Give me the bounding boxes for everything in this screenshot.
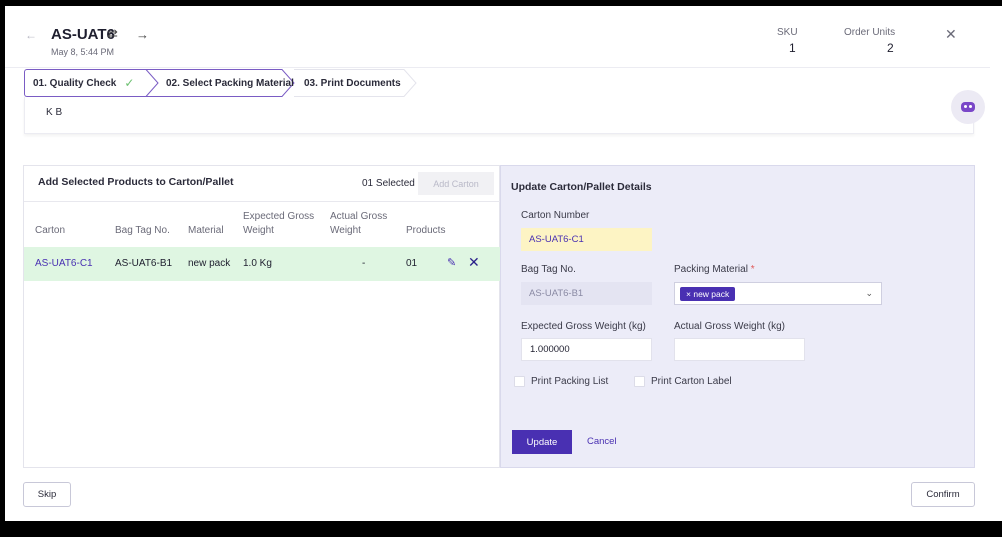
- bag-tag-field: AS-UAT6-B1: [521, 282, 652, 305]
- carton-cell[interactable]: AS-UAT6-C1: [35, 258, 93, 269]
- order-date: May 8, 5:44 PM: [51, 47, 115, 57]
- step-1-arrow: [145, 69, 159, 97]
- expected-weight-input[interactable]: 1.000000: [521, 338, 652, 361]
- expected-weight-label: Expected Gross Weight (kg): [521, 321, 646, 332]
- delete-icon[interactable]: ✕: [468, 254, 480, 271]
- cancel-button[interactable]: Cancel: [587, 436, 617, 447]
- carton-number-field: AS-UAT6-C1: [521, 228, 652, 251]
- step-select-packing-material[interactable]: 02. Select Packing Material: [166, 69, 294, 97]
- close-icon[interactable]: ✕: [945, 26, 957, 43]
- print-packing-list-label[interactable]: Print Packing List: [531, 376, 608, 387]
- print-carton-label-label[interactable]: Print Carton Label: [651, 376, 732, 387]
- column-header-expected-weight: Expected Gross Weight: [243, 210, 314, 238]
- header-text: Material: [188, 225, 224, 236]
- column-header-carton: Carton: [35, 224, 65, 238]
- arrow-right-icon[interactable]: →: [136, 27, 149, 42]
- bot-eye: [964, 105, 967, 108]
- selected-chip: × new pack: [680, 286, 736, 301]
- header-text: Bag Tag No.: [115, 225, 170, 236]
- page-edge: [990, 6, 1002, 521]
- confirm-button[interactable]: Confirm: [911, 482, 975, 507]
- print-packing-list-checkbox[interactable]: [514, 376, 525, 387]
- field-value: AS-UAT6-B1: [529, 288, 584, 299]
- expected-weight-cell: 1.0 Kg: [243, 258, 272, 269]
- packing-material-select[interactable]: × new pack ⌄: [674, 282, 882, 305]
- actual-weight-input[interactable]: [674, 338, 805, 361]
- panel-title: Add Selected Products to Carton/Pallet: [38, 176, 234, 188]
- swap-icon[interactable]: ⇄: [107, 26, 118, 42]
- chevron-down-icon[interactable]: ⌄: [865, 288, 873, 299]
- label-text: Packing Material: [674, 264, 748, 275]
- order-units-label: Order Units: [844, 27, 896, 38]
- stepper: 01. Quality Check ✓ 02. Select Packing M…: [24, 69, 524, 97]
- edit-icon[interactable]: ✎: [447, 256, 456, 269]
- products-cell: 01: [406, 258, 418, 269]
- order-title: AS-UAT6: [51, 26, 115, 43]
- required-mark: *: [750, 264, 755, 275]
- order-packing-dialog: ← AS-UAT6 ⇄ → May 8, 5:44 PM SKU 1 Order…: [5, 6, 990, 521]
- dialog-header: ← AS-UAT6 ⇄ → May 8, 5:44 PM SKU 1 Order…: [5, 6, 990, 68]
- actual-weight-label: Actual Gross Weight (kg): [674, 321, 785, 332]
- bag-tag-cell: AS-UAT6-B1: [115, 258, 173, 269]
- chip-label: new pack: [693, 288, 730, 299]
- add-carton-button[interactable]: Add Carton: [418, 172, 494, 195]
- carton-products-panel: Add Selected Products to Carton/Pallet 0…: [23, 165, 501, 468]
- header-text: Weight: [243, 225, 274, 236]
- update-button[interactable]: Update: [512, 430, 572, 454]
- header-text: Actual Gross: [330, 211, 388, 222]
- bag-tag-label: Bag Tag No.: [521, 264, 576, 275]
- column-header-products: Products: [406, 224, 445, 238]
- header-text: Expected Gross: [243, 211, 315, 222]
- selected-count: 01 Selected: [362, 178, 415, 189]
- assistant-bot-icon[interactable]: [951, 90, 985, 124]
- step-quality-check[interactable]: 01. Quality Check ✓: [24, 69, 146, 97]
- actual-weight-cell: -: [362, 258, 366, 269]
- header-text: Weight: [330, 225, 361, 236]
- material-cell: new pack: [188, 258, 231, 269]
- panel-title: Update Carton/Pallet Details: [511, 181, 652, 193]
- column-header-material: Material: [188, 224, 224, 238]
- column-header-bag-tag: Bag Tag No.: [115, 224, 170, 238]
- check-icon: ✓: [124, 76, 135, 90]
- field-value: AS-UAT6-C1: [529, 234, 584, 245]
- note-text: K B: [46, 107, 63, 118]
- table-row[interactable]: AS-UAT6-C1 AS-UAT6-B1 new pack 1.0 Kg - …: [24, 247, 500, 281]
- field-value: 1.000000: [530, 344, 570, 355]
- step-label: 01. Quality Check: [33, 77, 117, 89]
- step-print-documents[interactable]: 03. Print Documents: [304, 69, 401, 97]
- print-carton-label-checkbox[interactable]: [634, 376, 645, 387]
- bot-eye: [969, 105, 972, 108]
- chip-remove-icon[interactable]: ×: [686, 289, 691, 299]
- bot-head: [961, 102, 975, 112]
- note-card: K B: [24, 97, 974, 134]
- sku-value: 1: [789, 41, 796, 55]
- carton-details-panel: Update Carton/Pallet Details Carton Numb…: [500, 165, 975, 468]
- packing-material-label: Packing Material *: [674, 264, 755, 275]
- sku-label: SKU: [777, 27, 798, 38]
- header-text: Carton: [35, 225, 66, 236]
- divider: [24, 201, 501, 202]
- skip-button[interactable]: Skip: [23, 482, 71, 507]
- arrow-left-icon[interactable]: ←: [25, 28, 37, 42]
- order-units-value: 2: [887, 41, 894, 55]
- header-text: Products: [406, 225, 446, 236]
- step-label: 03. Print Documents: [304, 77, 401, 89]
- carton-number-label: Carton Number: [521, 210, 590, 221]
- step-label: 02. Select Packing Material: [166, 77, 294, 89]
- column-header-actual-weight: Actual Gross Weight: [330, 210, 387, 238]
